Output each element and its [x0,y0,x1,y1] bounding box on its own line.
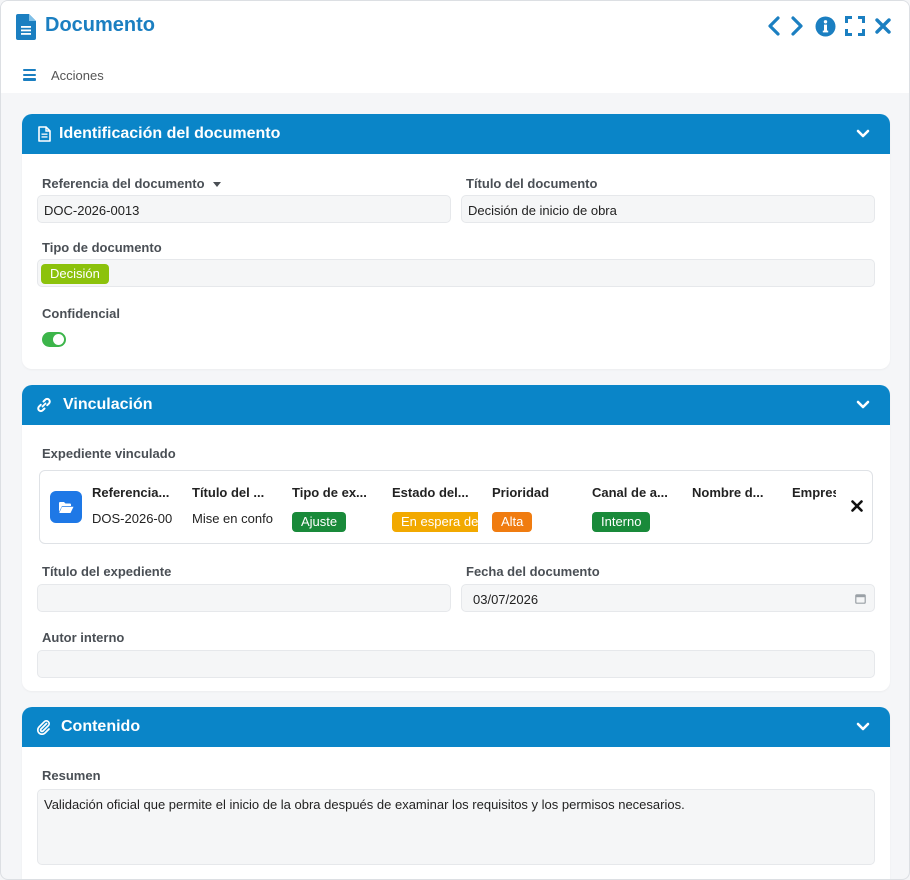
identification-panel-title: Identificación del documento [59,125,281,142]
action-bar: Acciones [1,53,909,93]
document-type-badge: Decisión [41,264,109,284]
linking-panel-title: Vinculación [63,396,153,413]
fullscreen-button[interactable] [844,15,866,37]
column-header: Tipo de ex... [292,485,367,500]
summary-label: Resumen [42,768,101,783]
confidential-label: Confidencial [42,306,121,321]
column-header: Empres [792,485,836,500]
page-title: Documento [45,14,155,36]
chevron-left-icon [768,16,780,36]
document-icon [16,14,36,40]
internal-author-field[interactable] [37,650,875,678]
paperclip-icon [36,720,50,735]
actions-menu[interactable]: Acciones [51,68,104,83]
document-window: Documento Acciones Identificación del do… [0,0,910,880]
document-date-label: Fecha del documento [466,564,600,579]
linked-file-card[interactable]: Referencia... Título del ... Tipo de ex.… [39,470,873,544]
reference-label: Referencia del documento [42,176,222,191]
open-folder-button[interactable] [50,491,82,523]
linked-title: Mise en confo [192,511,273,526]
file-text-icon [38,126,51,142]
summary-textarea[interactable]: Validación oficial que permite el inicio… [37,789,875,865]
remove-link-icon[interactable] [850,499,864,513]
content-panel-title: Contenido [61,718,141,735]
linked-type: Ajuste [292,512,347,537]
linked-status: En espera de [392,512,478,537]
info-icon [815,16,835,36]
next-button[interactable] [786,15,808,37]
column-header: Prioridad [492,485,550,500]
document-date-value: 03/07/2026 [473,592,539,607]
content-panel: Contenido Resumen Validación oficial que… [22,707,890,879]
file-title-field[interactable] [37,584,451,612]
chevron-down-icon[interactable] [856,127,870,141]
internal-author-label: Autor interno [42,630,125,645]
reference-field[interactable]: DOC-2026-0013 [37,195,451,223]
column-header: Canal de a... [592,485,668,500]
linked-reference: DOS-2026-00 [92,511,173,526]
linked-priority: Alta [492,512,533,537]
column-header: Estado del... [392,485,469,500]
close-button[interactable] [872,15,894,37]
linked-file-label: Expediente vinculado [42,446,176,461]
title-label: Título del documento [466,176,598,191]
link-icon [37,397,51,413]
document-type-field[interactable]: Decisión [37,259,875,287]
linking-panel-header[interactable]: Vinculación [22,385,890,425]
identification-panel: Identificación del documento Referencia … [22,114,890,369]
column-header: Título del ... [192,485,265,500]
folder-open-icon [59,501,74,513]
column-header: Nombre d... [692,485,764,500]
linked-channel: Interno [592,512,651,537]
status-badge: En espera de [392,512,478,532]
channel-badge: Interno [592,512,651,532]
hamburger-menu-icon[interactable] [23,69,36,81]
confidential-toggle[interactable] [42,332,66,347]
calendar-icon[interactable] [855,593,866,604]
priority-badge: Alta [492,512,533,532]
document-date-field[interactable]: 03/07/2026 [461,584,875,612]
column-header: Referencia... [92,485,170,500]
chevron-down-icon[interactable] [856,720,870,734]
identification-panel-header[interactable]: Identificación del documento [22,114,890,154]
previous-button[interactable] [763,15,785,37]
info-button[interactable] [814,15,836,37]
document-type-label: Tipo de documento [42,240,162,255]
title-field[interactable]: Decisión de inicio de obra [461,195,875,223]
chevron-down-icon[interactable] [856,398,870,412]
caret-down-icon[interactable] [212,180,222,188]
expand-icon [845,16,865,36]
file-title-label: Título del expediente [42,564,172,579]
close-icon [875,18,891,34]
linking-panel: Vinculación Expediente vinculado Referen… [22,385,890,691]
title-bar: Documento [1,1,909,53]
chevron-right-icon [791,16,803,36]
type-badge: Ajuste [292,512,347,532]
content-panel-header[interactable]: Contenido [22,707,890,747]
